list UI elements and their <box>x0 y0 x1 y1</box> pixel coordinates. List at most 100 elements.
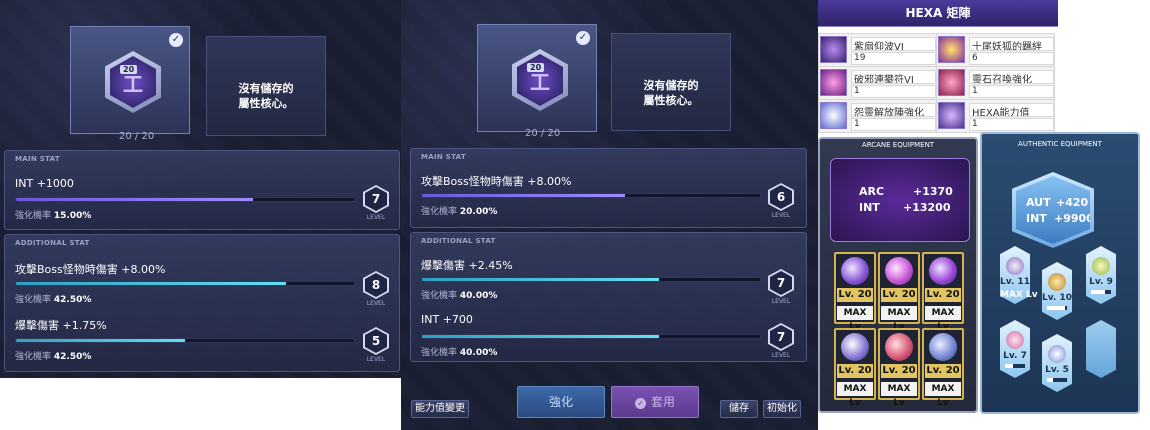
empty-authentic-slot[interactable] <box>1086 320 1116 378</box>
progress-fill <box>1005 364 1013 368</box>
skill-icon <box>938 102 965 129</box>
stat-core-hexagon: 工 <box>105 51 161 113</box>
level-badge: 5 LEVEL <box>360 327 392 363</box>
progress-fill <box>16 198 253 201</box>
apply-button[interactable]: ✓ 套用 <box>611 386 699 418</box>
core-level-tag: 20 <box>120 65 138 74</box>
authentic-symbol-icon <box>1048 273 1066 291</box>
main-stat-progress <box>15 197 355 202</box>
check-icon: ✓ <box>169 33 183 47</box>
change-stat-button[interactable]: 能力值變更 <box>411 400 469 418</box>
main-stat-heading: MAIN STAT <box>15 155 60 163</box>
skill-icon <box>820 102 847 129</box>
authentic-equipment-header: AUTHENTIC EQUIPMENT <box>1018 140 1102 148</box>
authentic-symbol[interactable]: Lv. 9 <box>1086 246 1116 304</box>
equipped-core-slot[interactable]: 工 20 ✓ <box>477 24 597 132</box>
progress-fill <box>16 282 287 285</box>
core-count: 20 / 20 <box>119 131 155 142</box>
progress-fill <box>1091 290 1105 294</box>
hexa-skill[interactable]: 破邪連攀符VI 1 <box>818 66 937 100</box>
main-stat-text: 攻擊Boss怪物時傷害 +8.00% <box>421 175 572 188</box>
arcane-symbol-icon <box>885 257 913 285</box>
hexa-matrix-panel: HEXA 矩陣 紫扇仰波VI 19 十尾妖狐的羈絆 6 破邪連攀符VI 1 靈石… <box>818 0 1058 137</box>
reset-button[interactable]: 初始化 <box>763 400 801 418</box>
progress-fill <box>422 278 659 281</box>
hexa-skill[interactable]: 紫扇仰波VI 19 <box>818 33 937 67</box>
hexa-skill[interactable]: HEXA能力值 1 <box>936 99 1055 133</box>
level-badge: 6 LEVEL <box>765 183 797 219</box>
additional-stat-text: 爆擊傷害 +2.45% <box>421 259 513 272</box>
arcane-symbol-icon <box>885 333 913 361</box>
progress-fill <box>422 335 659 338</box>
enhance-rate: 強化機率 20.00% <box>421 207 498 217</box>
main-stat-box: MAIN STAT INT +1000 強化機率 15.00% 7 LEVEL <box>4 150 400 230</box>
progress-fill <box>1047 378 1053 382</box>
arcane-symbol-icon <box>929 257 957 285</box>
arcane-symbol[interactable]: Lv. 20 MAX Lv <box>834 252 876 332</box>
progress-fill <box>1047 306 1065 310</box>
arcane-symbol[interactable]: Lv. 20 MAX Lv <box>878 328 920 408</box>
level-badge: 7 LEVEL <box>765 269 797 305</box>
main-stat-heading: MAIN STAT <box>421 153 466 161</box>
level-badge: 7 LEVEL <box>360 185 392 221</box>
authentic-equipment-panel: AUTHENTIC EQUIPMENT AUT +420 INT +9900 L… <box>980 132 1140 414</box>
check-icon: ✓ <box>576 31 590 45</box>
arcane-symbol[interactable]: Lv. 20 MAX Lv <box>878 252 920 332</box>
enhance-rate: 強化機率 15.00% <box>15 211 92 221</box>
progress-fill <box>16 339 185 342</box>
hexa-skill[interactable]: 怨靈解放陣強化 1 <box>818 99 937 133</box>
enhance-button[interactable]: 強化 <box>517 386 605 418</box>
equipped-core-slot[interactable]: 工 20 ✓ <box>70 26 190 134</box>
right-stat-panel: 工 20 ✓ 沒有儲存的 屬性核心。 20 / 20 MAIN STAT 攻擊B… <box>401 0 818 430</box>
arcane-symbol[interactable]: Lv. 20 MAX Lv <box>834 328 876 408</box>
core-count: 20 / 20 <box>525 128 561 139</box>
authentic-symbol[interactable]: Lv. 5 <box>1042 334 1072 392</box>
skill-icon <box>938 36 965 63</box>
additional-stat-box: ADDITIONAL STAT 攻擊Boss怪物時傷害 +8.00% 強化機率 … <box>4 234 400 372</box>
max-level-label: MAX Lv <box>1000 290 1038 300</box>
skill-icon <box>820 69 847 96</box>
additional-stat-text: INT +700 <box>421 313 473 326</box>
additional-stat-progress <box>15 281 355 286</box>
hexa-skill[interactable]: 靈石召喚強化 1 <box>936 66 1055 100</box>
enhance-rate: 強化機率 40.00% <box>421 348 498 358</box>
left-stat-panel: 工 20 ✓ 沒有儲存的 屬性核心。 20 / 20 MAIN STAT INT… <box>0 0 401 378</box>
arcane-symbol-icon <box>841 333 869 361</box>
core-level-tag: 20 <box>527 63 545 72</box>
level-badge: 8 LEVEL <box>360 271 392 307</box>
authentic-symbol-icon <box>1048 345 1066 363</box>
additional-stat-progress <box>421 277 761 282</box>
authentic-symbol[interactable]: Lv. 10 <box>1042 262 1072 320</box>
skill-icon <box>938 69 965 96</box>
arcane-symbol-icon <box>841 257 869 285</box>
authentic-symbol-icon <box>1006 331 1024 349</box>
enhance-rate: 強化機率 42.50% <box>15 352 92 362</box>
check-circle-icon: ✓ <box>634 398 646 409</box>
stat-core-hexagon: 工 <box>512 49 568 111</box>
arcane-equipment-header: ARCANE EQUIPMENT <box>861 141 935 149</box>
empty-core-slot[interactable]: 沒有儲存的 屬性核心。 <box>611 33 731 131</box>
additional-stat-heading: ADDITIONAL STAT <box>421 237 496 245</box>
hexa-skill[interactable]: 十尾妖狐的羈絆 6 <box>936 33 1055 67</box>
stat-core-icon: 工 <box>517 54 563 106</box>
arcane-equipment-panel: ARCANE EQUIPMENT ARC +1370 INT +13200 Lv… <box>818 137 978 413</box>
authentic-symbol[interactable]: Lv. 7 <box>1000 320 1030 378</box>
empty-core-slot[interactable]: 沒有儲存的 屬性核心。 <box>206 36 326 136</box>
arcane-symbol[interactable]: Lv. 20 MAX Lv <box>922 252 964 332</box>
level-badge: 7 LEVEL <box>765 323 797 359</box>
additional-stat-box: ADDITIONAL STAT 爆擊傷害 +2.45% 強化機率 40.00% … <box>410 232 807 362</box>
save-button[interactable]: 儲存 <box>720 400 758 418</box>
enhance-rate: 強化機率 42.50% <box>15 295 92 305</box>
authentic-symbol-icon <box>1006 257 1024 275</box>
authentic-symbol-icon <box>1092 257 1110 275</box>
arcane-symbol[interactable]: Lv. 20 MAX Lv <box>922 328 964 408</box>
stat-core-icon: 工 <box>110 56 156 108</box>
main-stat-text: INT +1000 <box>15 177 74 190</box>
enhance-rate: 強化機率 40.00% <box>421 291 498 301</box>
additional-stat-progress <box>421 334 761 339</box>
arcane-symbol-icon <box>929 333 957 361</box>
additional-stat-heading: ADDITIONAL STAT <box>15 239 90 247</box>
progress-fill <box>422 194 625 197</box>
additional-stat-text: 爆擊傷害 +1.75% <box>15 319 107 332</box>
arcane-stat-summary: ARC +1370 INT +13200 <box>830 158 970 242</box>
